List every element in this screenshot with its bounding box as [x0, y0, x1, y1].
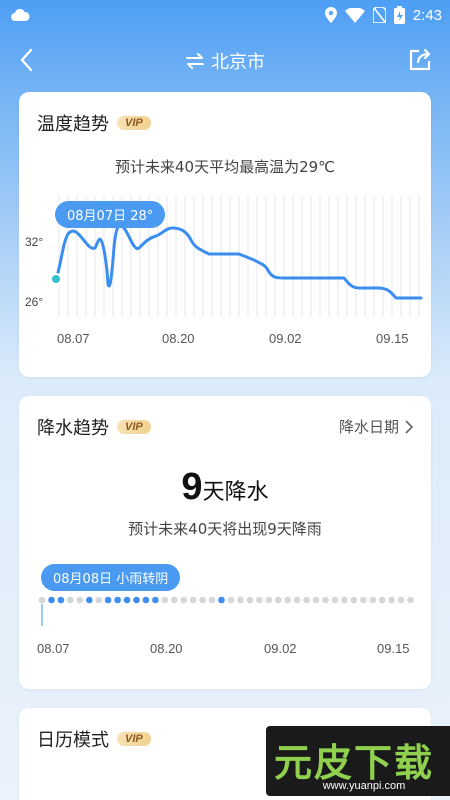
dry-day-dot[interactable] [397, 596, 405, 604]
battery-charging-icon [393, 6, 405, 24]
dry-day-dot[interactable] [388, 596, 395, 604]
calendar-mode-title: 日历模式 VIP [37, 726, 151, 752]
rain-day-dot[interactable] [86, 596, 93, 604]
dry-day-dot[interactable] [341, 596, 348, 604]
switch-arrows-icon [186, 53, 204, 69]
rain-day-dot[interactable] [104, 596, 112, 604]
dry-day-dot[interactable] [171, 596, 178, 604]
no-sim-icon [372, 7, 386, 23]
share-icon[interactable] [406, 46, 434, 74]
cloud-icon [11, 8, 30, 21]
rain-day-dot[interactable] [48, 596, 55, 604]
dry-day-dot[interactable] [369, 596, 377, 604]
dry-day-dot[interactable] [293, 596, 301, 604]
dry-day-dot[interactable] [161, 596, 169, 604]
rain-day-dot[interactable] [133, 596, 140, 604]
dry-day-dot[interactable] [312, 596, 320, 604]
dry-day-dot[interactable] [246, 596, 254, 604]
dry-day-dot[interactable] [38, 596, 46, 604]
city-name: 北京市 [211, 52, 265, 73]
vip-badge: VIP [117, 420, 151, 434]
wifi-icon [344, 7, 365, 23]
rain-days-headline: 9天降水 [19, 466, 431, 509]
dry-day-dot[interactable] [322, 596, 329, 604]
rain-trend-title: 降水趋势 VIP [37, 414, 151, 440]
dry-day-dot[interactable] [180, 596, 188, 604]
rain-x-label-2: 09.02 [264, 641, 297, 656]
clock: 2:43 [412, 6, 442, 24]
chevron-right-icon [405, 419, 413, 434]
app-bar: 北京市 [0, 40, 450, 80]
temperature-tooltip: 08月07日 28° [55, 201, 166, 228]
watermark-logo-text: 元皮下载 [274, 741, 435, 785]
dry-day-dot[interactable] [265, 596, 273, 604]
rain-day-dot[interactable] [218, 596, 225, 604]
temperature-trend-title: 温度趋势 VIP [37, 110, 151, 136]
dry-day-dot[interactable] [256, 596, 263, 604]
dry-day-dot[interactable] [189, 596, 197, 604]
dry-day-dot[interactable] [407, 596, 414, 604]
dry-day-dot[interactable] [360, 596, 367, 604]
watermark-logo: 元皮下载 www.yuanpi.com [266, 726, 450, 796]
dry-day-dot[interactable] [350, 596, 358, 604]
rain-day-dot[interactable] [123, 596, 131, 604]
vip-badge: VIP [117, 116, 151, 130]
rain-dates-link[interactable]: 降水日期 [339, 416, 413, 437]
dry-day-dot[interactable] [331, 596, 339, 604]
dry-day-dot[interactable] [67, 596, 74, 604]
dry-day-dot[interactable] [227, 596, 235, 604]
x-label-1: 08.20 [162, 331, 195, 346]
rain-summary: 预计未来40天将出现9天降雨 [128, 520, 322, 538]
vip-badge: VIP [117, 732, 151, 746]
location-icon [324, 7, 337, 23]
x-label-0: 08.07 [57, 331, 90, 346]
temperature-summary: 预计未来40天平均最高温为29℃ [114, 158, 336, 176]
status-bar: 2:43 [0, 0, 450, 32]
dry-day-dot[interactable] [76, 596, 84, 604]
dry-day-dot[interactable] [284, 596, 292, 604]
temperature-trend-card[interactable]: 温度趋势 VIP 预计未来40天平均最高温为29℃ 08月07日 28° 32°… [19, 92, 431, 377]
dry-day-dot[interactable] [275, 596, 282, 604]
y-label-low: 26° [25, 295, 44, 309]
selected-point[interactable] [50, 273, 62, 285]
rain-days-unit: 天降水 [202, 480, 269, 505]
watermark-url: www.yuanpi.com [322, 780, 406, 792]
dry-day-dot[interactable] [237, 596, 244, 604]
rain-day-dot[interactable] [152, 596, 159, 604]
rain-x-label-1: 08.20 [150, 641, 183, 656]
x-label-3: 09.15 [376, 331, 409, 346]
rain-trend-card[interactable]: 降水趋势 VIP 降水日期 9天降水 预计未来40天将出现9天降雨 08月08日… [19, 396, 431, 689]
rain-days-count: 9 [181, 466, 203, 508]
x-label-2: 09.02 [269, 331, 302, 346]
dry-day-dot[interactable] [378, 596, 386, 604]
rain-x-label-3: 09.15 [377, 641, 410, 656]
dry-day-dot[interactable] [303, 596, 310, 604]
y-label-high: 32° [25, 235, 44, 249]
city-switcher[interactable]: 北京市 [0, 48, 450, 74]
dry-day-dot[interactable] [208, 596, 216, 604]
dry-day-dot[interactable] [95, 596, 102, 604]
dry-day-dot[interactable] [199, 596, 206, 604]
rain-day-dot[interactable] [142, 596, 150, 604]
rain-x-label-0: 08.07 [37, 641, 70, 656]
rain-day-dot[interactable] [57, 596, 65, 604]
rain-day-dot[interactable] [114, 596, 121, 604]
rain-dots-strip[interactable] [19, 592, 431, 628]
rain-tooltip: 08月08日 小雨转阴 [41, 564, 181, 591]
